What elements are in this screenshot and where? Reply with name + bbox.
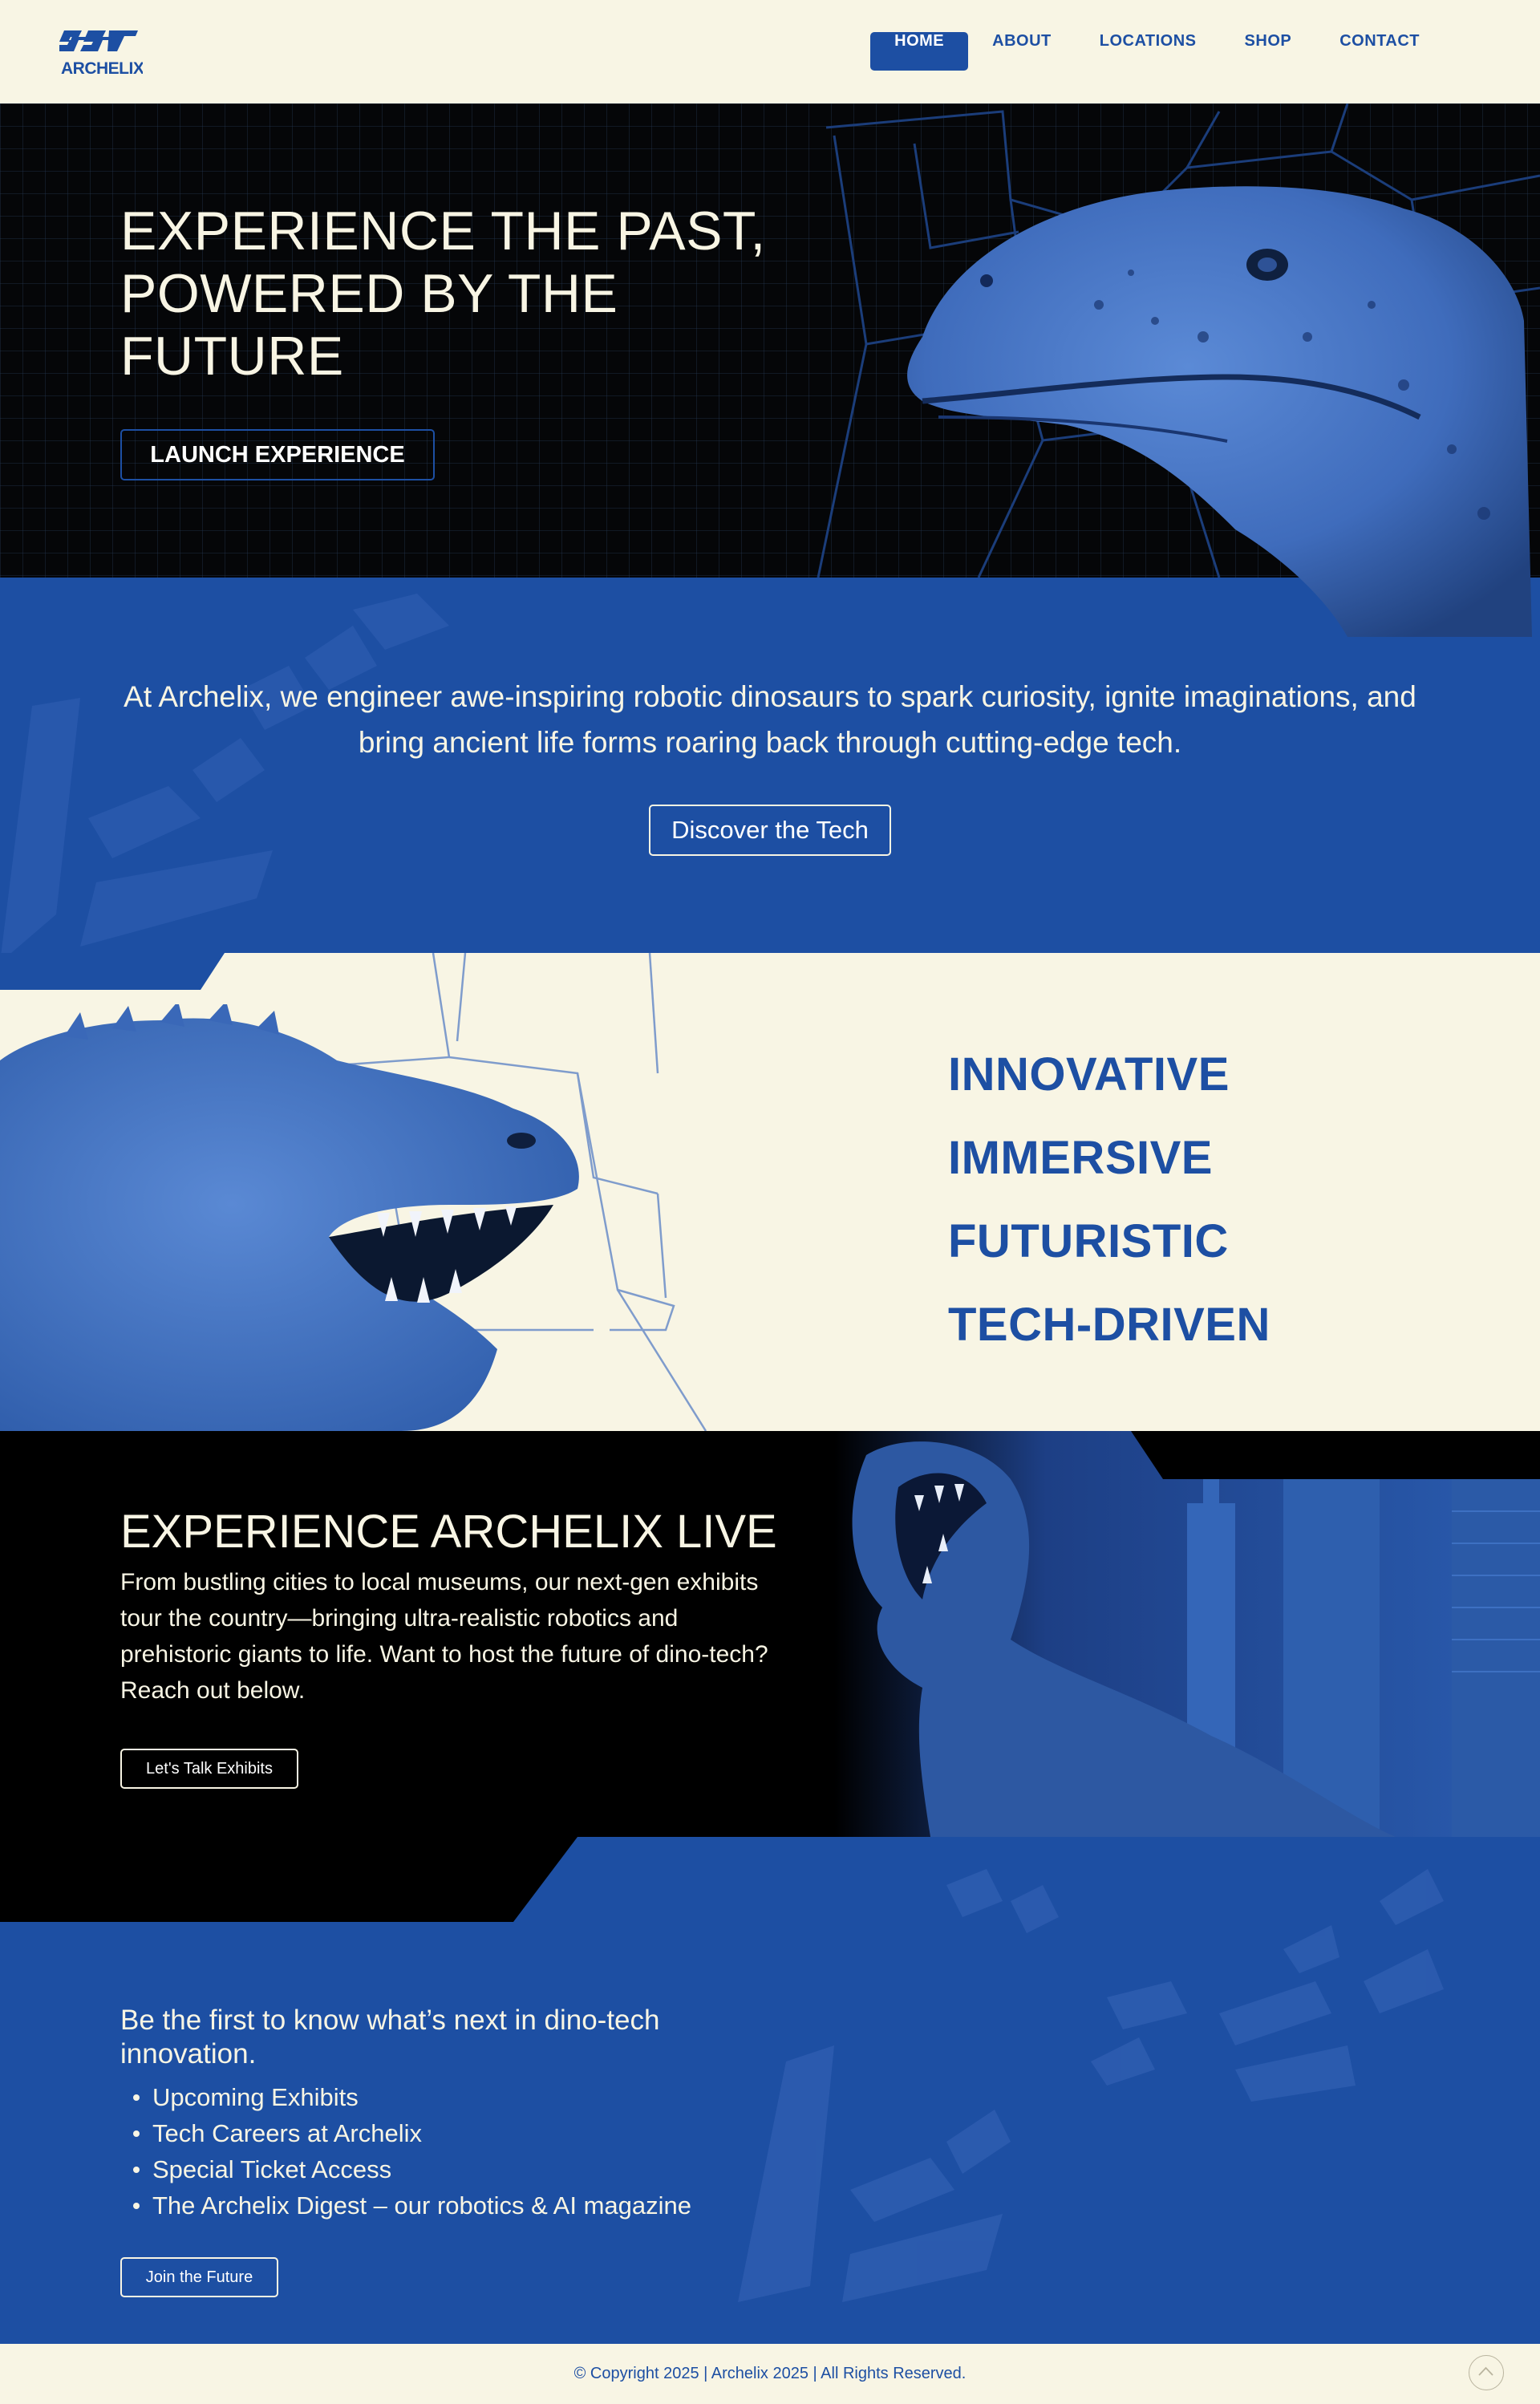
hero-title-line: FUTURE	[120, 326, 344, 387]
nav-contact[interactable]: CONTACT	[1315, 32, 1444, 71]
discover-tech-button[interactable]: Discover the Tech	[649, 805, 891, 856]
live-title: EXPERIENCE ARCHELIX LIVE	[120, 1506, 777, 1558]
svg-text:ARCHELIX: ARCHELIX	[61, 59, 143, 77]
feature-item: IMMERSIVE	[948, 1132, 1213, 1184]
features-section: INNOVATIVE IMMERSIVE FUTURISTIC TECH-DRI…	[0, 953, 1540, 1431]
chevron-up-icon	[1478, 2366, 1493, 2376]
launch-experience-button[interactable]: LAUNCH EXPERIENCE	[120, 429, 435, 480]
feature-item: TECH-DRIVEN	[948, 1299, 1270, 1351]
feature-item: FUTURISTIC	[948, 1215, 1229, 1267]
trex-city-photo	[834, 1431, 1540, 1837]
nav-shop[interactable]: SHOP	[1221, 32, 1316, 71]
fossil-watermark-graphic	[1, 594, 449, 953]
newsletter-benefits-list: Upcoming Exhibits Tech Careers at Archel…	[133, 2079, 874, 2224]
list-item: Special Ticket Access	[133, 2151, 874, 2187]
newsletter-title: Be the first to know what’s next in dino…	[120, 2005, 660, 2070]
nav-home[interactable]: HOME	[870, 32, 969, 71]
hero-title: EXPERIENCE THE PAST, POWERED BY THE FUTU…	[120, 200, 778, 387]
feature-item: INNOVATIVE	[948, 1048, 1230, 1101]
site-header: ARCHELIX HOME ABOUT LOCATIONS SHOP CONTA…	[0, 0, 1540, 103]
hero-title-line: EXPERIENCE THE PAST,	[120, 201, 766, 261]
feature-list: INNOVATIVE IMMERSIVE FUTURISTIC TECH-DRI…	[948, 1033, 1270, 1367]
nav-about[interactable]: ABOUT	[968, 32, 1076, 71]
list-item: Tech Careers at Archelix	[133, 2115, 874, 2151]
lets-talk-exhibits-button[interactable]: Let's Talk Exhibits	[120, 1749, 298, 1789]
hero-title-line: POWERED BY THE	[120, 263, 618, 324]
archelix-logo[interactable]: ARCHELIX	[59, 27, 143, 77]
trex-head-image	[0, 1004, 579, 1431]
raptor-head-image	[907, 186, 1532, 637]
nav-locations[interactable]: LOCATIONS	[1076, 32, 1221, 71]
back-to-top-button[interactable]	[1469, 2355, 1504, 2390]
list-item: The Archelix Digest – our robotics & AI …	[133, 2187, 874, 2224]
main-nav: HOME ABOUT LOCATIONS SHOP CONTACT	[870, 32, 1444, 71]
site-footer: © Copyright 2025 | Archelix 2025 | All R…	[0, 2344, 1540, 2404]
newsletter-section: Be the first to know what’s next in dino…	[0, 1837, 1540, 2344]
copyright-text: © Copyright 2025 | Archelix 2025 | All R…	[573, 2365, 967, 2382]
list-item: Upcoming Exhibits	[133, 2079, 874, 2115]
join-the-future-button[interactable]: Join the Future	[120, 2257, 278, 2297]
live-description: From bustling cities to local museums, o…	[120, 1569, 768, 1704]
mission-statement: At Archelix, we engineer awe-inspiring r…	[124, 680, 1416, 759]
